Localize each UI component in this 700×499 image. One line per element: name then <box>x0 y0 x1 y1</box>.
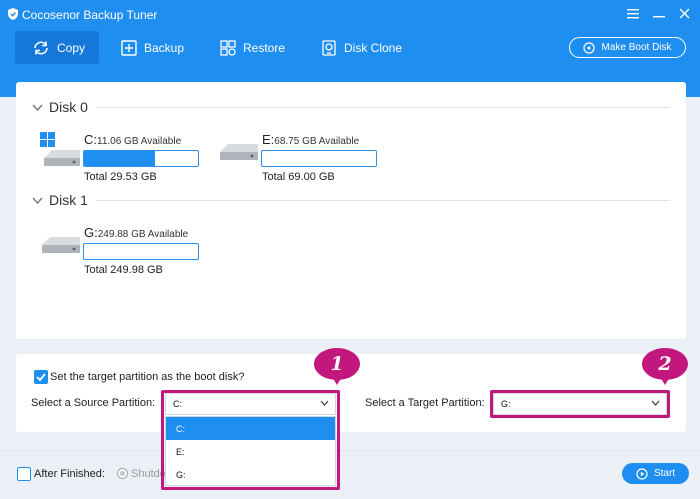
partition-g-available: 249.88 GB Available <box>97 229 189 240</box>
chevron-down-icon <box>32 197 43 204</box>
hamburger-icon[interactable] <box>624 6 642 24</box>
tab-disk-clone-label: Disk Clone <box>344 40 403 55</box>
start-label: Start <box>653 468 676 479</box>
boot-disk-label: Set the target partition as the boot dis… <box>50 371 245 383</box>
partition-e-letter: E: <box>262 132 275 147</box>
tab-backup-label: Backup <box>144 40 185 55</box>
disk-1-name: Disk 1 <box>49 192 88 208</box>
make-boot-disk-label: Make Boot Disk <box>601 42 672 53</box>
highlight-box-1 <box>161 390 340 490</box>
partition-g-usage-bar <box>83 243 199 260</box>
after-finished-checkbox[interactable] <box>17 467 31 481</box>
disk-1-header[interactable]: Disk 1 <box>32 192 88 208</box>
chevron-down-icon <box>32 104 43 111</box>
tab-copy-label: Copy <box>57 40 86 55</box>
close-icon[interactable] <box>675 6 693 24</box>
checkmark-icon <box>36 373 46 382</box>
partition-c-letter: C: <box>84 132 97 147</box>
partition-c-usage-fill <box>84 151 155 166</box>
disk-clone-icon <box>322 39 336 56</box>
drive-icon <box>220 144 258 160</box>
make-boot-disk-button[interactable]: Make Boot Disk <box>569 37 686 58</box>
partition-e-available: 68.75 GB Available <box>274 136 360 147</box>
disk-0-divider <box>96 107 670 108</box>
source-partition-label: Select a Source Partition: <box>31 397 156 409</box>
boot-disk-icon <box>583 41 596 54</box>
drive-icon <box>42 237 80 253</box>
highlight-box-2 <box>490 390 670 418</box>
tab-disk-clone[interactable]: Disk Clone <box>321 31 402 64</box>
partition-c-usage-bar <box>83 150 199 167</box>
minimize-icon[interactable] <box>650 6 668 24</box>
target-partition-label: Select a Target Partition: <box>365 397 485 409</box>
app-title: Cocosenor Backup Tuner <box>22 8 158 22</box>
shutdown-radio[interactable] <box>117 468 128 479</box>
restore-grid-icon <box>220 39 236 56</box>
start-button[interactable]: Start <box>622 463 689 484</box>
tab-copy[interactable]: Copy <box>15 31 99 64</box>
partition-c-total: Total 29.53 GB <box>84 171 157 183</box>
annotation-badge-2: 2 <box>642 348 688 380</box>
boot-disk-checkbox[interactable] <box>34 370 48 384</box>
partition-g-total: Total 249.98 GB <box>84 264 163 276</box>
plus-box-icon <box>121 39 137 56</box>
disk-panel: Disk 0 C:11.06 GB Available Total 29.53 … <box>16 82 686 339</box>
tab-restore[interactable]: Restore <box>220 31 285 64</box>
disk-0-header[interactable]: Disk 0 <box>32 99 88 115</box>
partition-e-header: E:68.75 GB Available <box>262 132 359 147</box>
annotation-badge-1: 1 <box>314 348 360 380</box>
title-bar: Cocosenor Backup Tuner <box>0 0 700 30</box>
tab-backup[interactable]: Backup <box>121 31 184 64</box>
footer-bar <box>0 450 700 499</box>
disk-1-divider <box>96 200 670 201</box>
play-icon <box>636 467 648 480</box>
partition-g-header: G:249.88 GB Available <box>84 225 188 240</box>
shield-logo-icon <box>8 8 18 20</box>
windows-drive-icon <box>40 132 80 166</box>
sync-icon <box>34 41 48 54</box>
partition-c-available: 11.06 GB Available <box>97 136 182 147</box>
after-finished-label: After Finished: <box>34 468 105 480</box>
partition-e-total: Total 69.00 GB <box>262 171 335 183</box>
partition-g-letter: G: <box>84 225 98 240</box>
partition-e-usage-bar <box>261 150 377 167</box>
disk-0-name: Disk 0 <box>49 99 88 115</box>
partition-c-header: C:11.06 GB Available <box>84 132 181 147</box>
tab-restore-label: Restore <box>243 40 286 55</box>
